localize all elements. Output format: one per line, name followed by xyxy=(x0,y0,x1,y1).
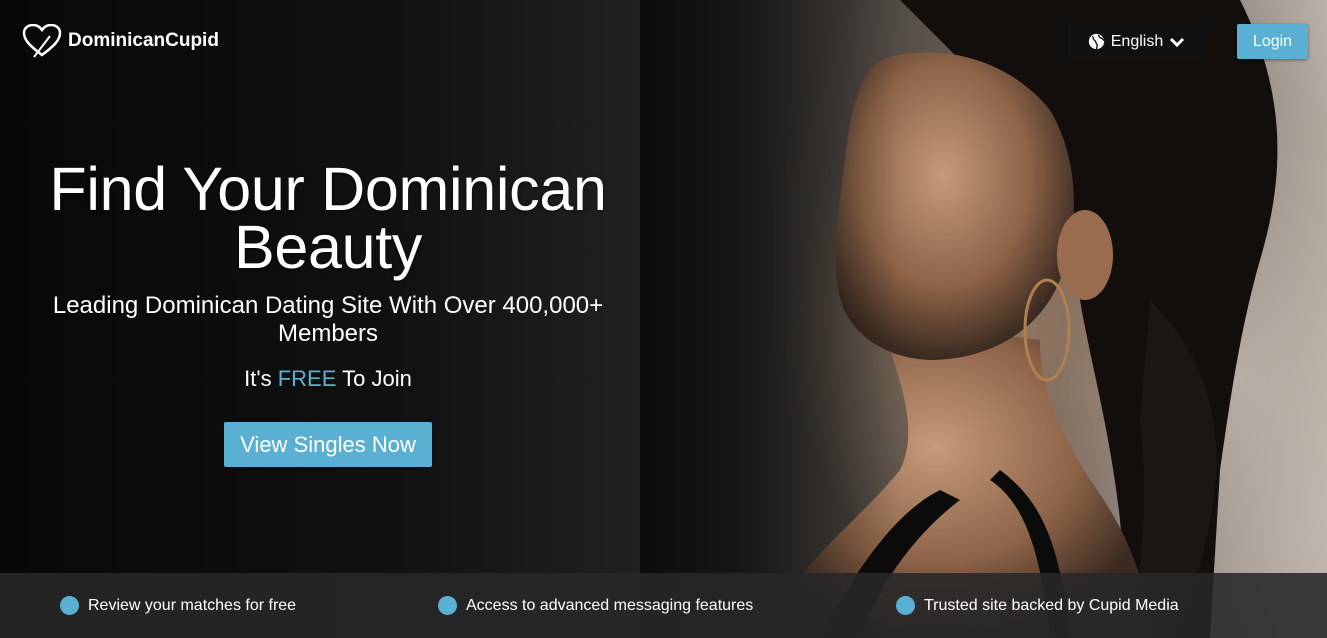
hero-headline: Find Your Dominican Beauty xyxy=(0,159,656,278)
dot-icon xyxy=(60,596,79,615)
dot-icon xyxy=(438,596,457,615)
chevron-down-icon xyxy=(1170,37,1185,47)
feature-label: Review your matches for free xyxy=(88,596,297,614)
feature-label: Access to advanced messaging features xyxy=(466,596,754,614)
feature-label: Trusted site backed by Cupid Media xyxy=(924,596,1179,614)
site-logo[interactable]: DominicanCupid xyxy=(22,24,219,58)
globe-icon xyxy=(1088,33,1105,50)
free-suffix: To Join xyxy=(336,366,412,391)
free-to-join-text: It's FREE To Join xyxy=(0,366,656,392)
language-label: English xyxy=(1110,32,1164,50)
logo-text: DominicanCupid xyxy=(68,30,219,51)
free-prefix: It's xyxy=(244,366,278,391)
feature-item: Review your matches for free xyxy=(60,573,296,638)
headline-line-2: Beauty xyxy=(233,213,423,281)
features-bar: Review your matches for free Access to a… xyxy=(0,573,1327,638)
feature-item: Access to advanced messaging features xyxy=(438,573,753,638)
free-highlight: FREE xyxy=(277,366,337,391)
hero-content: Find Your Dominican Beauty Leading Domin… xyxy=(0,159,656,467)
view-singles-button[interactable]: View Singles Now xyxy=(224,422,432,467)
language-selector[interactable]: English xyxy=(1068,24,1205,59)
landing-page: DominicanCupid English Login Find Your D… xyxy=(0,0,1327,638)
feature-item: Trusted site backed by Cupid Media xyxy=(896,573,1179,638)
login-button[interactable]: Login xyxy=(1237,24,1308,59)
heart-logo-icon xyxy=(22,24,62,58)
hero-subheadline: Leading Dominican Dating Site With Over … xyxy=(52,292,604,347)
dot-icon xyxy=(896,596,915,615)
